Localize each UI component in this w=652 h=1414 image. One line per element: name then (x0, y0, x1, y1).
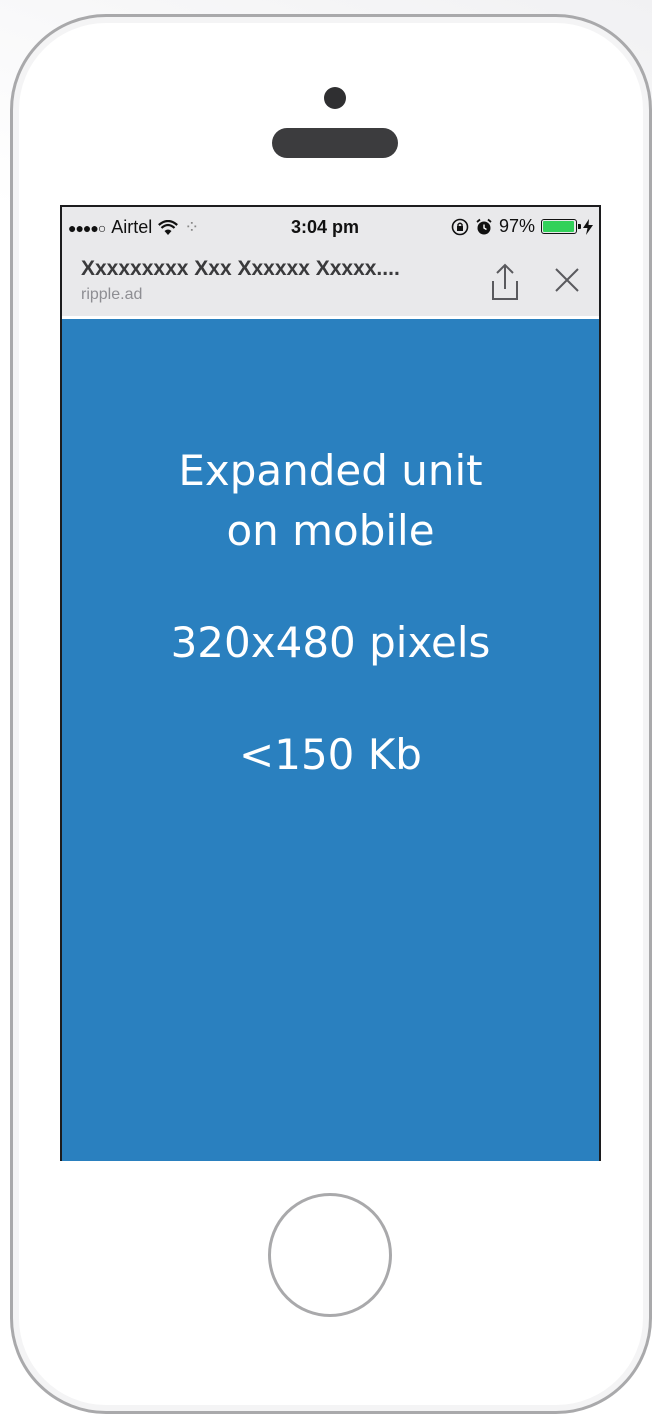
status-bar: ●●●●○ Airtel ⁘ 3:04 pm 97% (62, 207, 599, 247)
status-right: 97% (451, 216, 593, 237)
battery-icon (541, 219, 581, 234)
activity-spinner-icon: ⁘ (184, 217, 200, 237)
browser-nav-bar: Xxxxxxxxx Xxx Xxxxxx Xxxxx.... ripple.ad (62, 247, 599, 319)
battery-percent: 97% (498, 216, 535, 236)
rotation-lock-icon (451, 218, 469, 235)
share-icon (492, 263, 518, 300)
status-time: 3:04 pm (291, 217, 360, 237)
carrier-name: Airtel (111, 217, 153, 237)
share-button[interactable] (485, 259, 525, 303)
earpiece-speaker (272, 128, 398, 158)
charging-bolt-icon (583, 218, 593, 235)
status-left: ●●●●○ Airtel ⁘ (68, 217, 199, 238)
ad-headline-line2: on mobile (226, 506, 435, 555)
battery-cap (578, 224, 581, 229)
alarm-icon (476, 218, 492, 234)
ad-headline: Expanded unit on mobile (62, 441, 599, 561)
ad-size-text: 320x480 pixels (170, 618, 491, 667)
ad-weight-text: <150 Kb (239, 730, 422, 779)
ad-unit[interactable]: Expanded unit on mobile 320x480 pixels <… (62, 319, 599, 785)
ad-headline-line1: Expanded unit (178, 446, 483, 495)
front-camera (324, 87, 346, 109)
page-title: Xxxxxxxxx Xxx Xxxxxx Xxxxx.... (81, 257, 400, 280)
close-button[interactable] (548, 261, 586, 299)
close-icon (555, 268, 579, 292)
home-button[interactable] (268, 1193, 392, 1317)
wifi-icon (158, 219, 179, 235)
page-url[interactable]: ripple.ad (81, 286, 142, 304)
battery-level-fill (543, 221, 574, 232)
phone-screen: ●●●●○ Airtel ⁘ 3:04 pm 97% Xxxxxxxxx Xxx… (60, 205, 601, 1161)
signal-strength: ●●●●○ (68, 219, 106, 236)
